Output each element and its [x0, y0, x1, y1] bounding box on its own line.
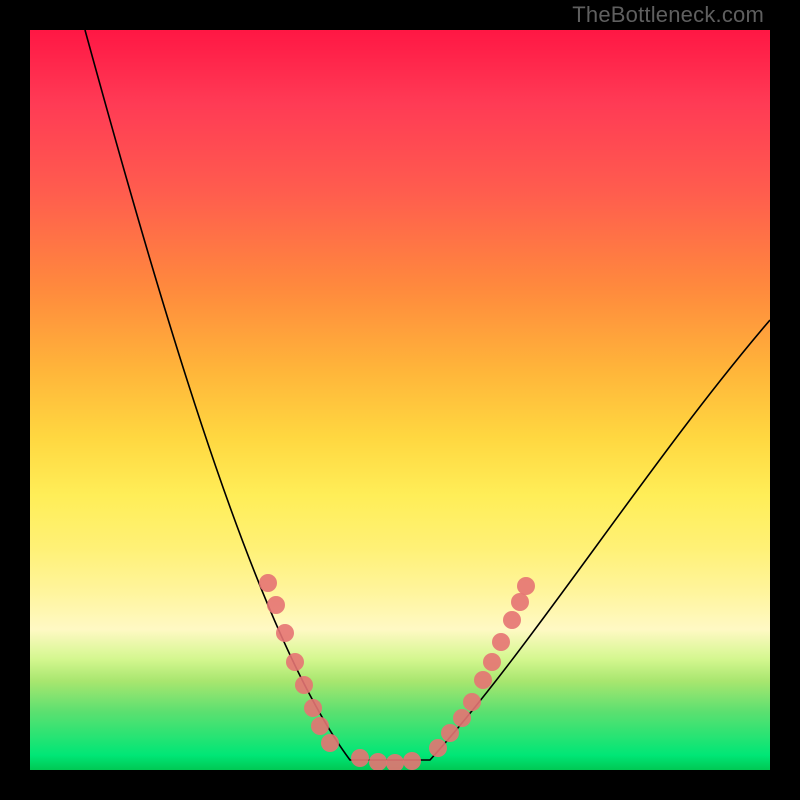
data-dot	[453, 709, 471, 727]
data-dot	[259, 574, 277, 592]
data-dot	[386, 754, 404, 770]
data-dot	[403, 752, 421, 770]
data-dot	[369, 753, 387, 770]
data-dot	[483, 653, 501, 671]
data-dot	[511, 593, 529, 611]
data-dot	[304, 699, 322, 717]
data-dot	[517, 577, 535, 595]
watermark-text: TheBottleneck.com	[572, 2, 764, 28]
data-dot	[267, 596, 285, 614]
data-dot	[311, 717, 329, 735]
data-dot	[286, 653, 304, 671]
chart-area	[30, 30, 770, 770]
data-dot	[503, 611, 521, 629]
data-dot	[321, 734, 339, 752]
data-dot	[276, 624, 294, 642]
data-dot	[463, 693, 481, 711]
data-dot	[295, 676, 313, 694]
chart-overlay	[30, 30, 770, 770]
data-dot	[351, 749, 369, 767]
data-dot	[441, 724, 459, 742]
bottleneck-curve	[85, 30, 770, 760]
data-dot	[492, 633, 510, 651]
data-dot	[474, 671, 492, 689]
dot-layer	[259, 574, 535, 770]
data-dot	[429, 739, 447, 757]
